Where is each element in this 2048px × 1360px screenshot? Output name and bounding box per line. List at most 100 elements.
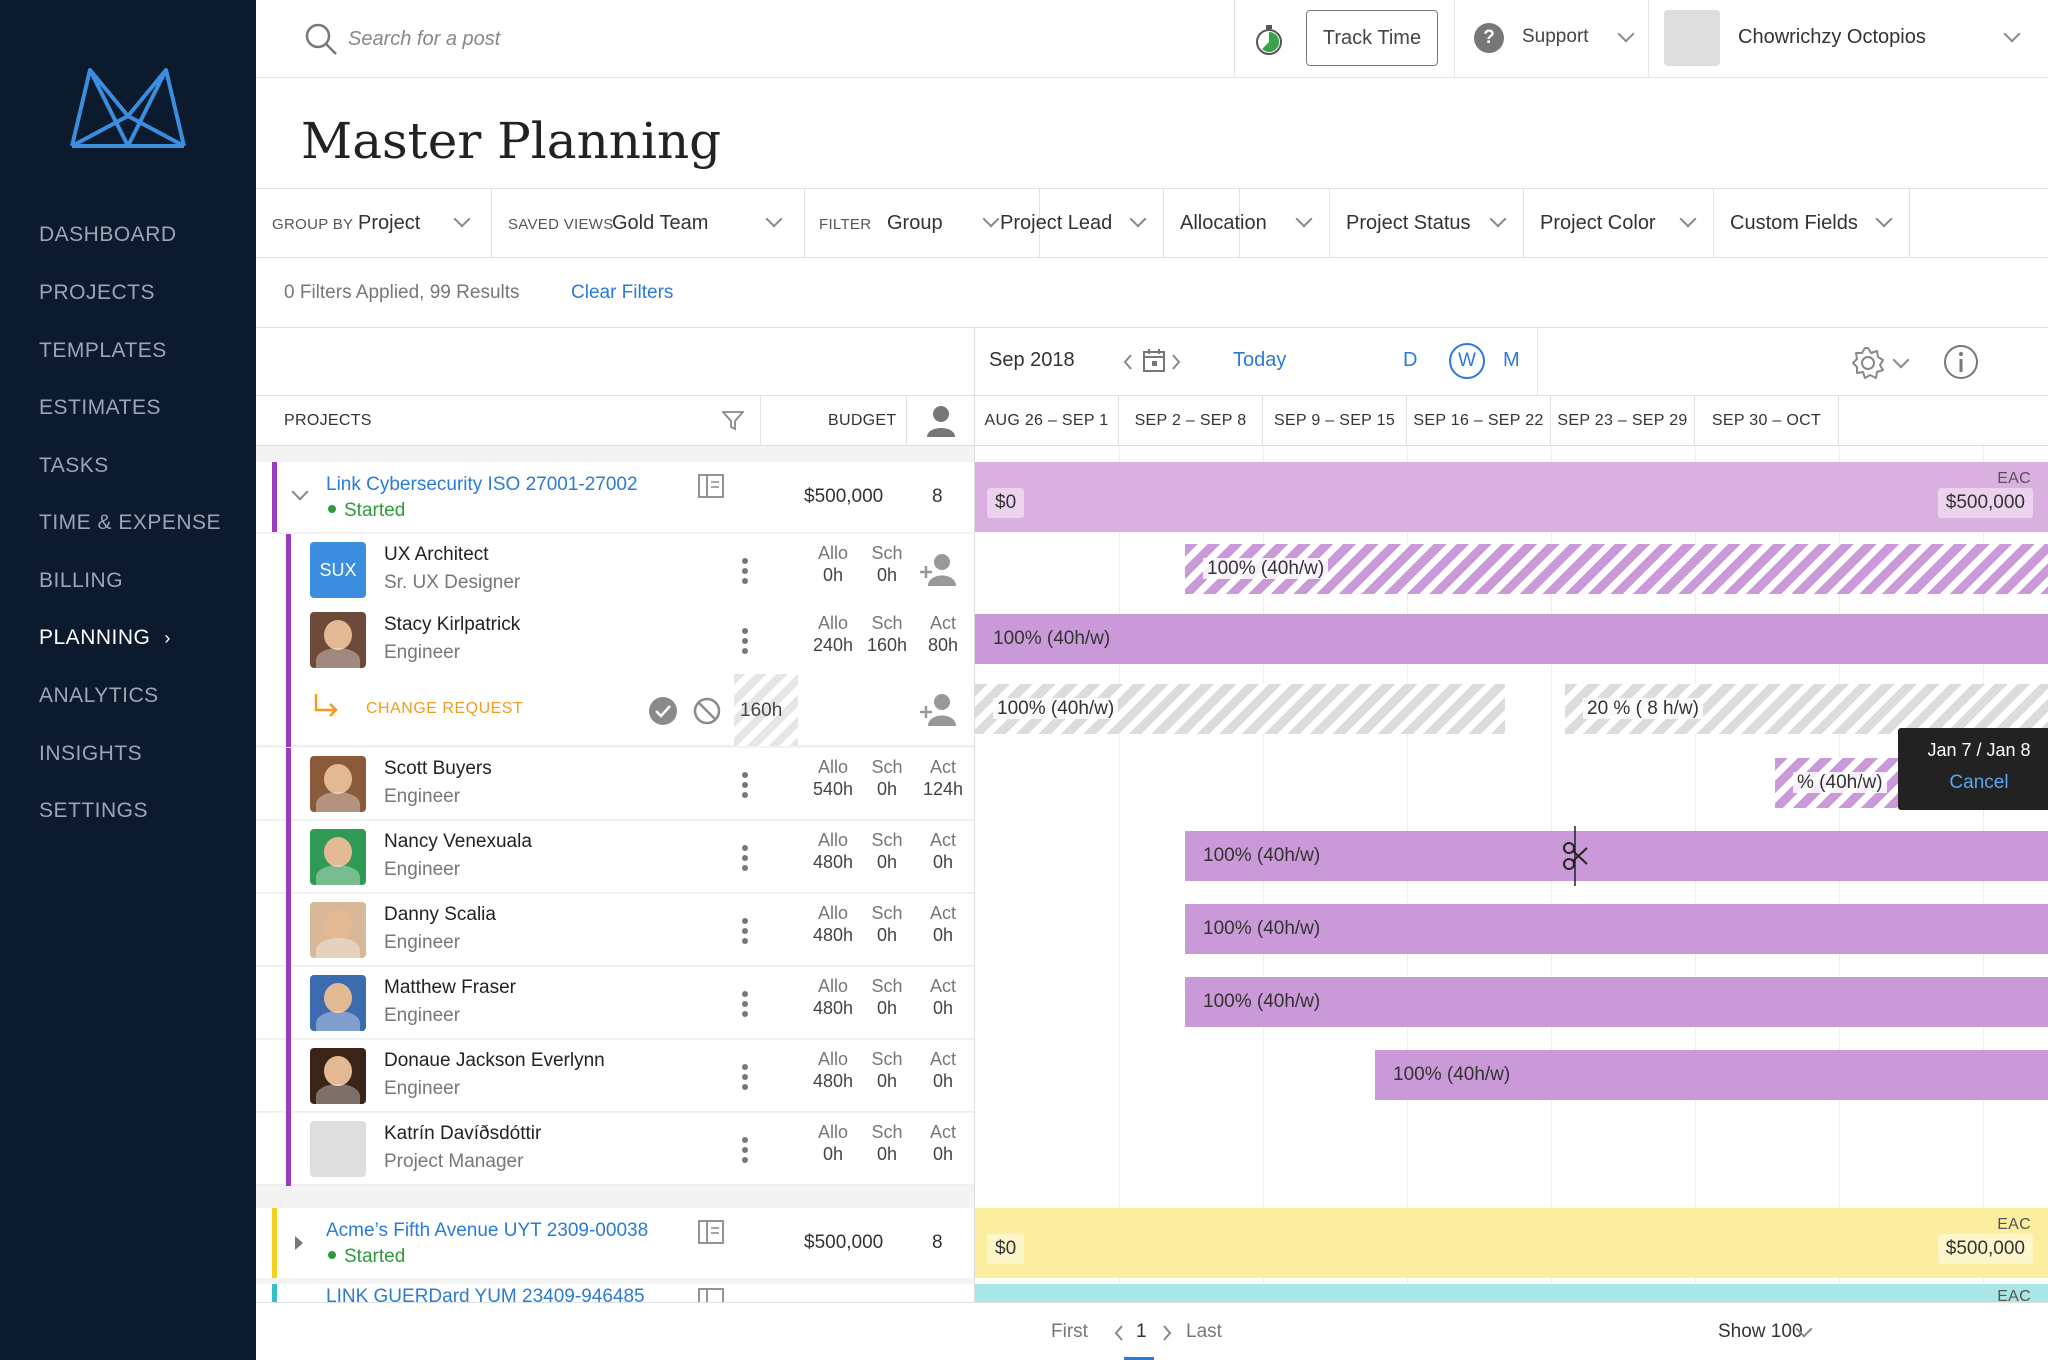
- person-row[interactable]: Stacy Kirlpatrick Engineer Allo 240h Sch 160h…: [256, 604, 974, 677]
- project-row[interactable]: LINK GUERDard YUM 23409-946485: [256, 1284, 974, 1302]
- scissors-icon[interactable]: [1561, 826, 1589, 891]
- allocation-bar[interactable]: 100% (40h/w): [975, 614, 2048, 664]
- nav-projects[interactable]: PROJECTS: [39, 273, 155, 313]
- filter-icon[interactable]: [722, 411, 744, 431]
- nav-tasks[interactable]: TASKS: [39, 446, 109, 486]
- view-week-button[interactable]: W: [1449, 343, 1485, 379]
- calendar-icon[interactable]: [1143, 348, 1165, 372]
- support-menu[interactable]: Support: [1522, 26, 1589, 48]
- change-request-bar[interactable]: 20 % ( 8 h/w): [1565, 684, 2048, 734]
- view-day-button[interactable]: D: [1403, 349, 1417, 372]
- avatar[interactable]: [310, 1048, 366, 1104]
- gear-icon[interactable]: [1851, 346, 1885, 380]
- nav-time-expense[interactable]: TIME & EXPENSE: [39, 503, 221, 543]
- add-person-icon[interactable]: [918, 692, 958, 733]
- person-row[interactable]: Nancy Venexuala Engineer Allo 480h Sch 0h Act 0…: [256, 821, 974, 894]
- avatar[interactable]: SUX: [310, 542, 366, 598]
- allocation-bar[interactable]: 100% (40h/w): [1185, 977, 2048, 1027]
- project-timeline-bar[interactable]: EAC: [975, 1284, 2048, 1302]
- allocation-filter[interactable]: Allocation: [1164, 189, 1330, 257]
- chevron-right-icon[interactable]: [1171, 354, 1181, 370]
- project-status-filter[interactable]: Project Status: [1330, 189, 1524, 257]
- person-icon[interactable]: [926, 405, 956, 437]
- chevron-left-icon[interactable]: [1114, 1325, 1124, 1341]
- page-size-select[interactable]: Show 100: [1718, 1321, 1803, 1343]
- group-by-select[interactable]: GROUP BY Project: [256, 189, 492, 257]
- search-icon[interactable]: [304, 22, 338, 56]
- stopwatch-icon[interactable]: [1254, 24, 1284, 56]
- avatar[interactable]: [310, 612, 366, 668]
- details-icon[interactable]: [698, 474, 724, 498]
- change-request-row[interactable]: CHANGE REQUEST 160h: [256, 674, 974, 747]
- first-page-button[interactable]: First: [1051, 1321, 1088, 1343]
- project-name-link[interactable]: LINK GUERDard YUM 23409-946485: [326, 1286, 645, 1302]
- allocation-bar[interactable]: 100% (40h/w): [1185, 831, 2048, 881]
- approve-icon[interactable]: [648, 696, 678, 731]
- more-options-icon[interactable]: [742, 845, 748, 875]
- change-request-bar[interactable]: 100% (40h/w): [975, 684, 1505, 734]
- avatar[interactable]: [310, 902, 366, 958]
- details-icon[interactable]: [698, 1288, 724, 1302]
- more-options-icon[interactable]: [742, 558, 748, 588]
- chevron-right-icon[interactable]: [1162, 1325, 1172, 1341]
- project-row[interactable]: Acme’s Fifth Avenue UYT 2309-00038 Start…: [256, 1208, 974, 1278]
- person-row[interactable]: Katrín Davíðsdóttir Project Manager Allo 0h…: [256, 1113, 974, 1186]
- chevron-left-icon[interactable]: [1123, 354, 1133, 370]
- person-row[interactable]: SUX UX Architect Sr. UX Designer Allo 0h Sch 0…: [256, 534, 974, 607]
- nav-insights[interactable]: INSIGHTS: [39, 734, 142, 774]
- user-menu[interactable]: Chowrichzy Octopios: [1738, 26, 1926, 49]
- person-row[interactable]: Scott Buyers Engineer Allo 540h Sch 0h Act 124h: [256, 748, 974, 821]
- project-timeline-bar[interactable]: $0 EAC $500,000: [975, 1208, 2048, 1278]
- more-options-icon[interactable]: [742, 991, 748, 1021]
- info-icon[interactable]: [1943, 344, 1979, 380]
- person-row[interactable]: Donaue Jackson Everlynn Engineer Allo 480h S…: [256, 1040, 974, 1113]
- person-row[interactable]: Matthew Fraser Engineer Allo 480h Sch 0h Act 0h: [256, 967, 974, 1040]
- avatar[interactable]: [310, 829, 366, 885]
- reject-icon[interactable]: [692, 696, 722, 731]
- view-month-button[interactable]: M: [1503, 349, 1520, 372]
- avatar[interactable]: [310, 1121, 366, 1177]
- project-timeline-bar[interactable]: $0 EAC $500,000: [975, 462, 2048, 532]
- custom-fields-filter[interactable]: Custom Fields: [1714, 189, 1910, 257]
- nav-dashboard[interactable]: DASHBOARD: [39, 215, 177, 255]
- avatar[interactable]: [310, 756, 366, 812]
- nav-planning[interactable]: PLANNING ›: [39, 618, 171, 658]
- more-options-icon[interactable]: [742, 628, 748, 658]
- nav-estimates[interactable]: ESTIMATES: [39, 388, 161, 428]
- chevron-down-icon[interactable]: [291, 483, 309, 501]
- last-page-button[interactable]: Last: [1186, 1321, 1222, 1343]
- nav-templates[interactable]: TEMPLATES: [39, 331, 167, 371]
- chevron-down-icon[interactable]: [1892, 351, 1910, 369]
- more-options-icon[interactable]: [742, 918, 748, 948]
- help-icon[interactable]: ?: [1474, 23, 1504, 53]
- project-color-filter[interactable]: Project Color: [1524, 189, 1714, 257]
- nav-billing[interactable]: BILLING: [39, 561, 123, 601]
- more-options-icon[interactable]: [742, 1064, 748, 1094]
- project-name-link[interactable]: Acme’s Fifth Avenue UYT 2309-00038: [326, 1220, 648, 1242]
- project-row[interactable]: Link Cybersecurity ISO 27001-27002 Start…: [256, 462, 974, 532]
- caret-right-icon[interactable]: [294, 1235, 304, 1251]
- chevron-down-icon[interactable]: [2003, 25, 2021, 43]
- app-logo[interactable]: [68, 66, 188, 155]
- nav-settings[interactable]: SETTINGS: [39, 791, 148, 831]
- details-icon[interactable]: [698, 1220, 724, 1244]
- project-lead-filter[interactable]: Project Lead: [984, 189, 1164, 257]
- avatar[interactable]: [310, 975, 366, 1031]
- today-button[interactable]: Today: [1233, 349, 1286, 372]
- add-person-icon[interactable]: [918, 552, 958, 588]
- current-page[interactable]: 1: [1136, 1321, 1147, 1343]
- tooltip-cancel-button[interactable]: Cancel: [1898, 772, 2048, 794]
- more-options-icon[interactable]: [742, 1137, 748, 1167]
- search-input[interactable]: [348, 24, 768, 54]
- chevron-down-icon[interactable]: [1617, 25, 1635, 43]
- allocation-bar[interactable]: 100% (40h/w): [1185, 544, 2048, 594]
- more-options-icon[interactable]: [742, 772, 748, 802]
- clear-filters-link[interactable]: Clear Filters: [571, 282, 673, 304]
- nav-analytics[interactable]: ANALYTICS: [39, 676, 159, 716]
- allocation-bar[interactable]: 100% (40h/w): [1375, 1050, 2048, 1100]
- track-time-button[interactable]: Track Time: [1306, 10, 1438, 66]
- allocation-bar[interactable]: 100% (40h/w): [1185, 904, 2048, 954]
- avatar[interactable]: [1664, 10, 1720, 66]
- person-row[interactable]: Danny Scalia Engineer Allo 480h Sch 0h Act 0h: [256, 894, 974, 967]
- project-name-link[interactable]: Link Cybersecurity ISO 27001-27002: [326, 474, 638, 496]
